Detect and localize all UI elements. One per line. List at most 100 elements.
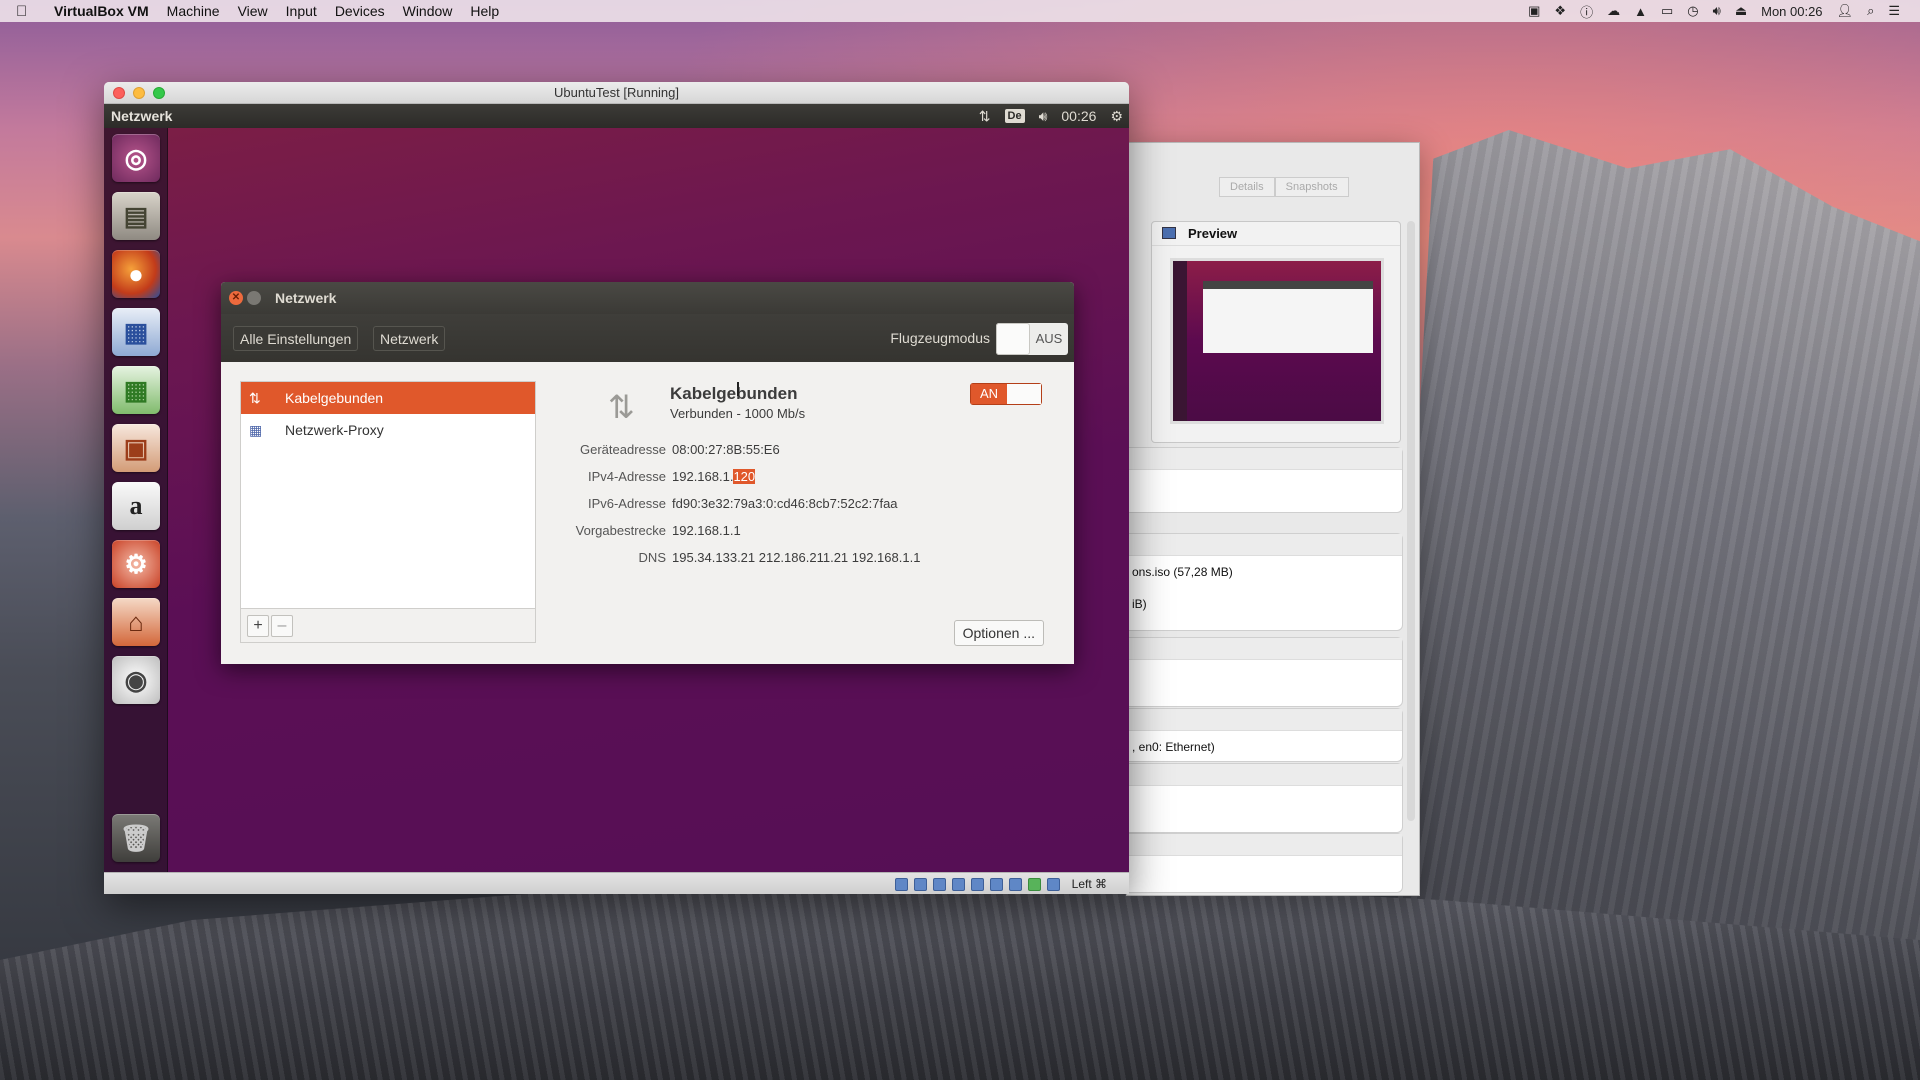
audio-status-icon[interactable] [932, 877, 946, 891]
connection-switch-state: AN [971, 384, 1007, 404]
menu-window[interactable]: Window [403, 3, 453, 19]
dash-home-icon[interactable]: ◎ [112, 134, 160, 182]
display-icon[interactable]: ▭ [1661, 3, 1673, 19]
host-key-label: Left ⌘ [1071, 877, 1107, 891]
detail-row-dns: DNS 195.34.133.21 212.186.211.21 192.168… [556, 550, 1056, 570]
sound-indicator-icon[interactable]: 🔊︎ [1039, 104, 1048, 128]
connection-list-footer: + – [241, 608, 535, 642]
zoom-window-button[interactable] [153, 87, 165, 99]
detail-key: Vorgabestrecke [575, 523, 666, 538]
trash-icon[interactable]: 🗑︎ [112, 814, 160, 862]
system-settings-icon[interactable]: ⚙ [112, 540, 160, 588]
shared-folders-status-icon[interactable] [970, 877, 984, 891]
drive-icon[interactable]: ▲ [1634, 4, 1647, 19]
screen-record-icon[interactable]: ▣ [1528, 3, 1540, 19]
panel-clock[interactable]: 00:26 [1061, 104, 1096, 128]
software-center-icon[interactable]: ⌂ [112, 598, 160, 646]
calc-icon[interactable]: ▦ [112, 366, 160, 414]
info-icon[interactable]: ⓘ [1580, 2, 1593, 21]
optical-drive-status-icon[interactable] [913, 877, 927, 891]
impress-icon[interactable]: ▣ [112, 424, 160, 472]
storage-line-disk: iB) [1132, 597, 1147, 611]
details-tab[interactable]: Details [1219, 177, 1275, 197]
keyboard-layout-indicator[interactable]: De [1004, 109, 1025, 123]
system-gear-icon[interactable]: ⚙ [1110, 104, 1123, 128]
network-settings-dialog: ✕ Netzwerk Alle Einstellungen Netzwerk F… [221, 282, 1074, 664]
network-indicator-icon[interactable]: ⇅ [979, 104, 991, 128]
dropbox-icon[interactable]: ❖ [1554, 3, 1566, 19]
preview-thumbnail [1170, 258, 1384, 424]
writer-icon[interactable]: ▦ [112, 308, 160, 356]
details-section-storage: ons.iso (57,28 MB) iB) [1127, 533, 1403, 631]
hard-disk-status-icon[interactable] [894, 877, 908, 891]
airplane-switch-knob [996, 323, 1030, 355]
spotlight-icon[interactable]: ⌕ [1867, 3, 1874, 19]
connection-on-switch[interactable]: AN [970, 383, 1042, 405]
remove-connection-button[interactable]: – [271, 615, 293, 637]
manager-scrollbar[interactable] [1407, 221, 1415, 821]
menu-help[interactable]: Help [470, 3, 499, 19]
detail-key: IPv6-Adresse [587, 496, 666, 511]
detail-value-ipv4[interactable]: 192.168.1.120 [672, 469, 756, 484]
dialog-titlebar[interactable]: ✕ Netzwerk [221, 282, 1074, 314]
files-icon[interactable]: ▤ [112, 192, 160, 240]
cloud-icon[interactable]: ☁ [1607, 3, 1620, 19]
menu-view[interactable]: View [238, 3, 268, 19]
detail-key: Geräteadresse [580, 442, 666, 457]
panel-app-title: Netzwerk [111, 108, 173, 124]
menu-clock[interactable]: Mon 00:26 [1761, 4, 1822, 19]
volume-icon[interactable]: 🔊︎ [1713, 3, 1721, 19]
details-section-shared [1127, 833, 1403, 893]
options-button[interactable]: Optionen ... [953, 620, 1044, 646]
connection-proxy[interactable]: ▦ Netzwerk-Proxy [241, 414, 535, 446]
menu-app-name[interactable]: VirtualBox VM [54, 3, 149, 19]
close-window-button[interactable] [113, 87, 125, 99]
cpu-status-icon[interactable] [1027, 877, 1041, 891]
dialog-minimize-icon[interactable] [247, 291, 261, 305]
detail-row-gateway: Vorgabestrecke 192.168.1.1 [556, 523, 1056, 543]
detail-value: 08:00:27:8B:55:E6 [672, 442, 780, 457]
connection-proxy-label: Netzwerk-Proxy [285, 422, 384, 438]
wired-connection-large-icon: ⇅ [608, 389, 635, 425]
vm-window: UbuntuTest [Running] Netzwerk ⇅ De 🔊︎ 00… [104, 82, 1129, 894]
menu-devices[interactable]: Devices [335, 3, 385, 19]
detail-value: 192.168.1.1 [672, 523, 741, 538]
text-cursor-icon [737, 382, 739, 396]
snapshots-tab[interactable]: Snapshots [1274, 177, 1349, 197]
menu-input[interactable]: Input [286, 3, 317, 19]
minimize-window-button[interactable] [133, 87, 145, 99]
network-proxy-icon: ▦ [249, 421, 263, 438]
dialog-close-icon[interactable]: ✕ [229, 291, 243, 305]
user-icon[interactable]: 👤︎ [1837, 3, 1854, 19]
network-wired-icon: ⇅ [249, 389, 261, 406]
dialog-toolbar: Alle Einstellungen Netzwerk Flugzeugmodu… [221, 314, 1074, 362]
connection-wired[interactable]: ⇅ Kabelgebunden [241, 382, 535, 414]
eject-icon[interactable]: ⏏ [1735, 3, 1747, 19]
airplane-mode-switch[interactable]: AUS [996, 323, 1068, 355]
video-capture-status-icon[interactable] [1008, 877, 1022, 891]
display-status-icon[interactable] [989, 877, 1003, 891]
usb-status-icon[interactable] [951, 877, 965, 891]
guest-screen[interactable]: Netzwerk ⇅ De 🔊︎ 00:26 ⚙ ◎ ▤ ● ▦ ▦ ▣ a ⚙… [104, 104, 1129, 872]
add-connection-button[interactable]: + [247, 615, 269, 637]
connection-name: Kabelgebunden [670, 384, 798, 403]
crumb-all-settings[interactable]: Alle Einstellungen [233, 326, 359, 351]
detail-row-ipv6: IPv6-Adresse fd90:3e32:79a3:0:cd46:8cb7:… [556, 496, 1056, 516]
vm-titlebar[interactable]: UbuntuTest [Running] [104, 82, 1129, 104]
firefox-icon[interactable]: ● [112, 250, 160, 298]
details-section-usb [1127, 763, 1403, 833]
ipv4-prefix: 192.168.1. [672, 469, 734, 484]
dialog-body: ⇅ Kabelgebunden ▦ Netzwerk-Proxy + – ⇅ K… [221, 362, 1074, 664]
mac-menu-bar:  VirtualBox VM Machine View Input Devic… [0, 0, 1920, 22]
mouse-integration-status-icon[interactable] [1046, 877, 1060, 891]
detail-key: DNS [638, 550, 666, 565]
menu-machine[interactable]: Machine [167, 3, 220, 19]
notification-center-icon[interactable]: ☰ [1888, 3, 1900, 19]
disc-icon[interactable]: ◉ [112, 656, 160, 704]
connection-status: Verbunden - 1000 Mb/s [670, 406, 806, 421]
apple-icon[interactable]:  [16, 3, 40, 20]
amazon-icon[interactable]: a [112, 482, 160, 530]
connection-list: ⇅ Kabelgebunden ▦ Netzwerk-Proxy + – [240, 381, 536, 643]
crumb-network[interactable]: Netzwerk [373, 326, 446, 351]
time-machine-icon[interactable]: ◷ [1687, 3, 1698, 19]
